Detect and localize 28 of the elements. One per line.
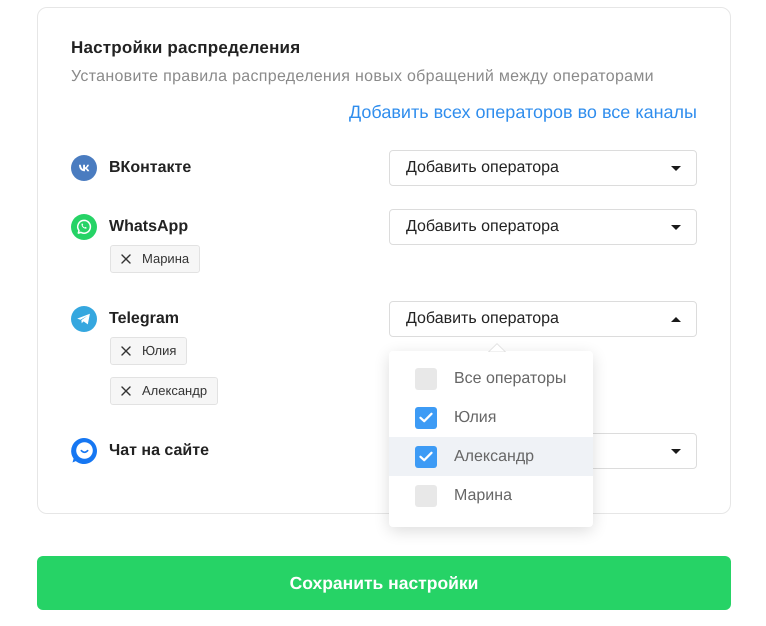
menu-item[interactable]: Юлия <box>389 398 593 437</box>
paper-plane-icon <box>71 306 97 332</box>
channel-name: ВКонтакте <box>109 158 192 178</box>
checkmark-icon <box>419 412 433 423</box>
operator-tag: Юлия <box>110 337 188 365</box>
operator-tag: Александр <box>110 377 218 405</box>
checkmark-icon <box>419 451 433 462</box>
section-title: Настройки распределения <box>71 37 302 59</box>
operator-dropdown[interactable]: Добавить оператора <box>389 150 697 186</box>
channel-name: WhatsApp <box>109 217 188 237</box>
operator-tag: Марина <box>110 245 200 273</box>
checkbox[interactable] <box>415 406 437 428</box>
operator-dropdown[interactable]: Добавить оператора <box>389 209 697 245</box>
menu-item[interactable]: Все операторы <box>389 359 593 398</box>
vk-logo-icon <box>71 155 97 181</box>
menu-item[interactable]: Марина <box>389 476 593 515</box>
whatsapp-logo-icon <box>71 214 97 240</box>
add-all-operators-link[interactable]: Добавить всех операторов во все каналы <box>349 102 697 122</box>
operator-dropdown[interactable]: Добавить оператора <box>389 301 697 337</box>
close-icon[interactable] <box>121 386 131 396</box>
channel-name: Telegram <box>109 309 179 329</box>
chat-bubble-icon <box>71 438 97 464</box>
close-icon[interactable] <box>121 254 131 264</box>
channel-name: Чат на сайте <box>109 441 209 461</box>
menu-item[interactable]: Александр <box>389 437 593 476</box>
checkbox[interactable] <box>415 446 437 468</box>
section-description: Установите правила распределения новых обращений между операторами <box>71 67 655 87</box>
close-icon[interactable] <box>121 346 131 356</box>
